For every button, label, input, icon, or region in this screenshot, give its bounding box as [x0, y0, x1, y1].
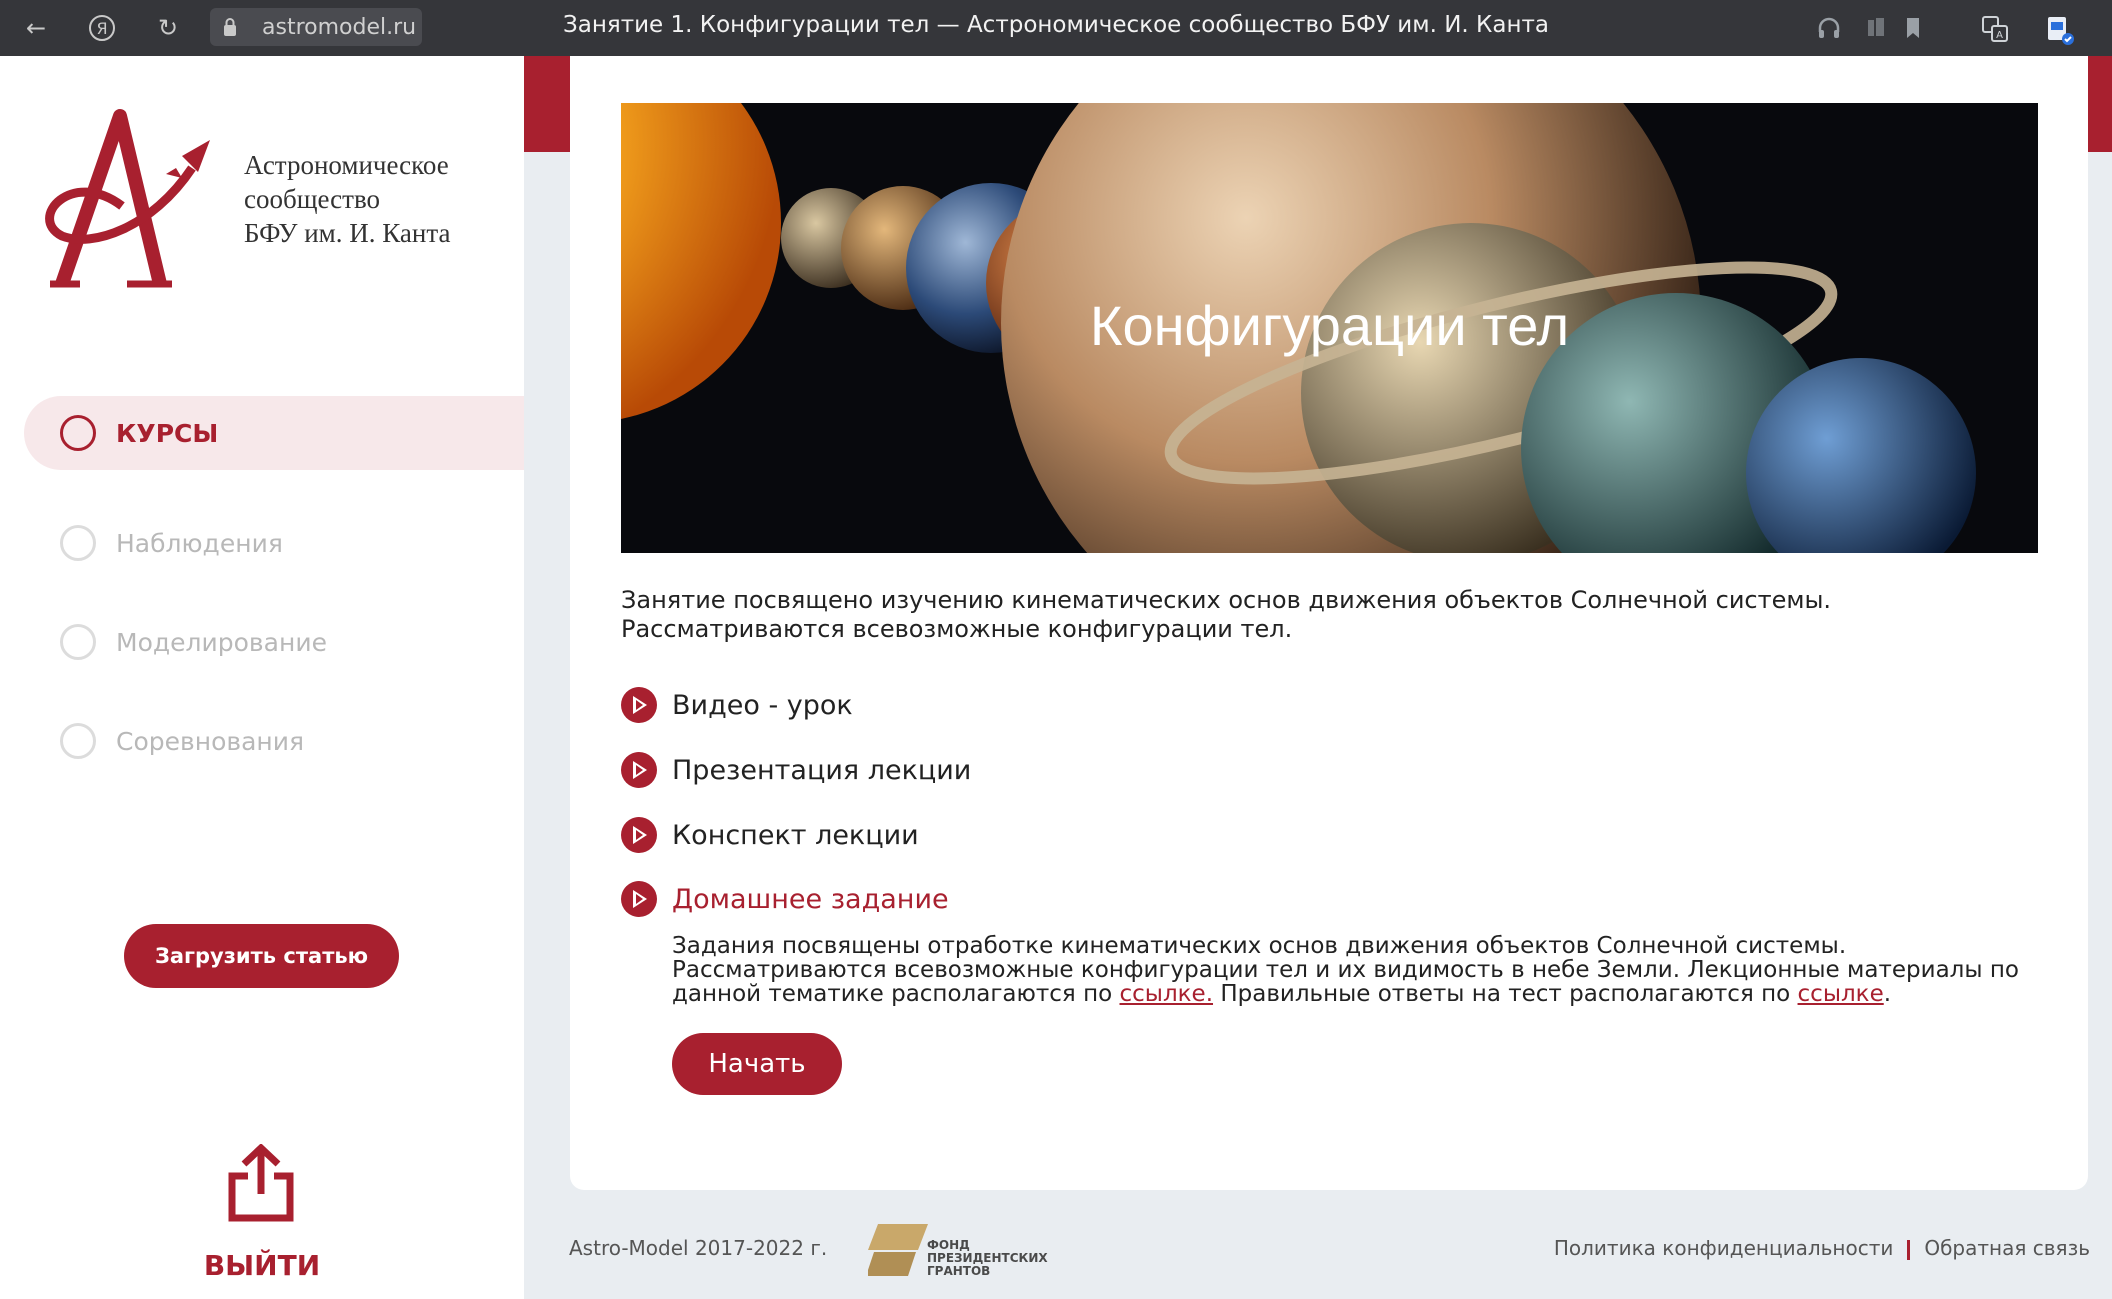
link-label: Конспект лекции [672, 819, 919, 851]
svg-text:A: A [1996, 30, 2003, 41]
reader-icon[interactable] [1862, 14, 1890, 42]
sidebar: Астрономическое сообщество БФУ им. И. Ка… [0, 56, 524, 1299]
link-label: Домашнее задание [672, 883, 949, 915]
radio-circle-icon [60, 723, 96, 759]
logo-a-rocket-icon[interactable] [32, 108, 212, 296]
answers-link[interactable]: ссылке [1798, 981, 1884, 1007]
exit-share-icon[interactable] [226, 1144, 296, 1224]
extension-icon[interactable] [2044, 14, 2074, 45]
lecture-notes-link[interactable]: Конспект лекции [621, 815, 919, 855]
copyright: Astro-Model 2017-2022 г. [569, 1236, 828, 1260]
homework-text: . [1883, 981, 1892, 1007]
presentation-link[interactable]: Презентация лекции [621, 750, 971, 790]
headphones-icon[interactable] [1815, 14, 1843, 42]
start-button[interactable]: Начать [672, 1033, 842, 1095]
homework-description: Задания посвящены отработке кинематическ… [672, 934, 2042, 1006]
nav-item-competitions[interactable]: Соревнования [24, 704, 524, 778]
play-icon [621, 881, 657, 917]
nav-label: Соревнования [116, 726, 305, 756]
play-icon [621, 752, 657, 788]
homework-link[interactable]: Домашнее задание [621, 879, 949, 919]
hero-title: Конфигурации тел [1089, 294, 1570, 357]
browser-toolbar: ← Я ↻ astromodel.ru Занятие 1. Конфигура… [0, 0, 2112, 56]
nav-item-modeling[interactable]: Моделирование [24, 605, 524, 679]
organization-name: Астрономическое сообщество БФУ им. И. Ка… [244, 148, 450, 250]
upload-article-button[interactable]: Загрузить статью [124, 924, 399, 988]
homework-text: Правильные ответы на тест располагаются … [1213, 981, 1798, 1007]
nav-label: Моделирование [116, 627, 327, 657]
logo-line: БФУ им. И. Канта [244, 218, 451, 248]
decorative-strip [2088, 56, 2112, 152]
logo-line: сообщество [244, 184, 381, 214]
nav-label: Наблюдения [116, 528, 283, 558]
fund-name: ФОНД ПРЕЗИДЕНТСКИХ ГРАНТОВ [927, 1239, 1048, 1278]
bookmark-icon[interactable] [1899, 14, 1927, 42]
nav-item-courses[interactable]: Курсы [24, 396, 524, 470]
play-icon [621, 817, 657, 853]
divider [1907, 1239, 1911, 1260]
hero-banner: Конфигурации тел [621, 103, 2038, 553]
lesson-intro: Занятие посвящено изучению кинематически… [621, 586, 1832, 643]
feedback-link[interactable]: Обратная связь [1924, 1236, 2090, 1260]
link-label: Презентация лекции [672, 754, 972, 786]
radio-circle-icon [60, 525, 96, 561]
fund-line: ГРАНТОВ [927, 1264, 991, 1278]
play-icon [621, 687, 657, 723]
page-title: Занятие 1. Конфигурации тел — Астрономич… [563, 12, 1549, 38]
radio-circle-icon [60, 415, 96, 451]
lecture-materials-link[interactable]: ссылке. [1120, 981, 1214, 1007]
link-label: Видео - урок [672, 689, 853, 721]
nav-item-observations[interactable]: Наблюдения [24, 506, 524, 580]
logo-line: Астрономическое [244, 150, 449, 180]
nav-label: Курсы [116, 418, 219, 448]
footer-links: Политика конфиденциальности Обратная связ… [1554, 1236, 2090, 1260]
privacy-policy-link[interactable]: Политика конфиденциальности [1554, 1236, 1894, 1260]
translate-icon[interactable]: A [1980, 14, 2008, 42]
decorative-strip [524, 56, 570, 152]
exit-button[interactable]: ВЫЙТИ [0, 1249, 524, 1282]
radio-circle-icon [60, 624, 96, 660]
video-lesson-link[interactable]: Видео - урок [621, 685, 853, 725]
lesson-card: Конфигурации тел Занятие посвящено изуче… [570, 56, 2088, 1190]
